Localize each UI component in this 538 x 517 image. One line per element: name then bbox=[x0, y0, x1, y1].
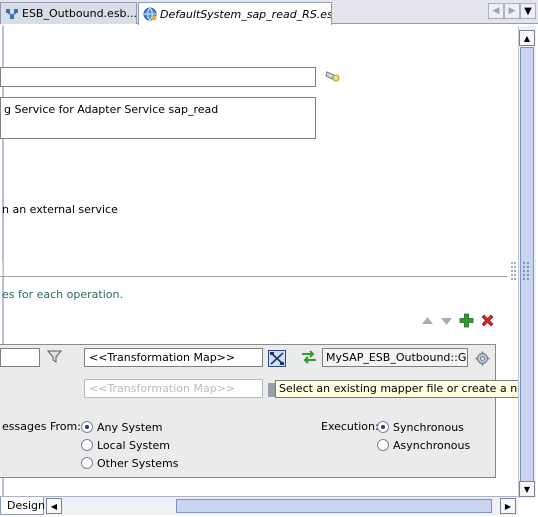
description-textarea[interactable]: g Service for Adapter Service sap_read bbox=[0, 97, 316, 139]
move-up-icon[interactable] bbox=[421, 316, 434, 325]
section-divider bbox=[0, 276, 507, 277]
tab-scroll-right-button[interactable]: ▶ bbox=[504, 3, 520, 19]
esb-diagram-icon bbox=[6, 8, 18, 19]
add-icon[interactable] bbox=[459, 313, 474, 328]
filter-funnel-icon[interactable] bbox=[47, 349, 62, 364]
horizontal-scroll-thumb[interactable] bbox=[176, 499, 492, 513]
tab-esb-outbound[interactable]: ESB_Outbound.esb... bbox=[0, 2, 137, 24]
radio-asynchronous-label: Asynchronous bbox=[393, 439, 471, 452]
tab-list-dropdown-button[interactable]: ▼ bbox=[520, 3, 536, 19]
transformation-map-placeholder-field[interactable]: <<Transformation Map>> bbox=[84, 379, 263, 398]
tab-default-system-service[interactable]: DefaultSystem_sap_read_RS.esbsvc bbox=[138, 2, 332, 25]
hscroll-right-button[interactable]: ▶ bbox=[500, 498, 516, 514]
radio-synchronous-label: Synchronous bbox=[393, 421, 464, 434]
delete-icon[interactable] bbox=[480, 313, 495, 328]
tab-esb-outbound-label: ESB_Outbound.esb... bbox=[22, 7, 137, 20]
browse-flashlight-icon[interactable] bbox=[325, 69, 341, 83]
mapper-tooltip: Select an existing mapper file or create… bbox=[275, 380, 527, 398]
move-down-icon[interactable] bbox=[440, 317, 453, 326]
tab-scroll-left-button[interactable]: ◀ bbox=[488, 3, 504, 19]
radio-any-system[interactable] bbox=[81, 421, 93, 433]
radio-synchronous[interactable] bbox=[377, 421, 389, 433]
external-service-text: n an external service bbox=[2, 203, 118, 216]
splitter-grip[interactable] bbox=[511, 262, 517, 286]
messages-from-label: essages From: bbox=[2, 420, 81, 433]
name-input[interactable] bbox=[0, 67, 316, 87]
section-resize-edge bbox=[2, 262, 3, 276]
tab-design[interactable]: Design bbox=[0, 497, 45, 515]
tab-default-system-service-label: DefaultSystem_sap_read_RS.esbsvc bbox=[160, 7, 332, 21]
scroll-down-button[interactable]: ▼ bbox=[519, 481, 535, 497]
scroll-up-button[interactable]: ▲ bbox=[519, 30, 535, 46]
description-text: g Service for Adapter Service sap_read bbox=[4, 103, 219, 116]
radio-local-system[interactable] bbox=[81, 439, 93, 451]
hscroll-left-button[interactable]: ◀ bbox=[46, 498, 62, 514]
radio-other-systems-label: Other Systems bbox=[97, 457, 179, 470]
mapper-icon[interactable] bbox=[268, 350, 286, 367]
gear-icon[interactable] bbox=[475, 351, 490, 366]
transformation-map-field[interactable]: <<Transformation Map>> bbox=[84, 348, 263, 367]
operation-filter-input[interactable] bbox=[0, 348, 40, 367]
radio-any-system-label: Any System bbox=[97, 421, 163, 434]
scroll-thumb-grip bbox=[523, 262, 529, 280]
service-globe-icon bbox=[143, 7, 157, 21]
execution-label: Execution: bbox=[321, 420, 379, 433]
radio-local-system-label: Local System bbox=[97, 439, 171, 452]
radio-asynchronous[interactable] bbox=[377, 439, 389, 451]
radio-other-systems[interactable] bbox=[81, 457, 93, 469]
operation-hint-text: es for each operation. bbox=[2, 288, 123, 301]
target-operation-field[interactable]: MySAP_ESB_Outbound::GetD bbox=[322, 348, 468, 367]
swap-arrows-icon[interactable] bbox=[300, 349, 318, 365]
